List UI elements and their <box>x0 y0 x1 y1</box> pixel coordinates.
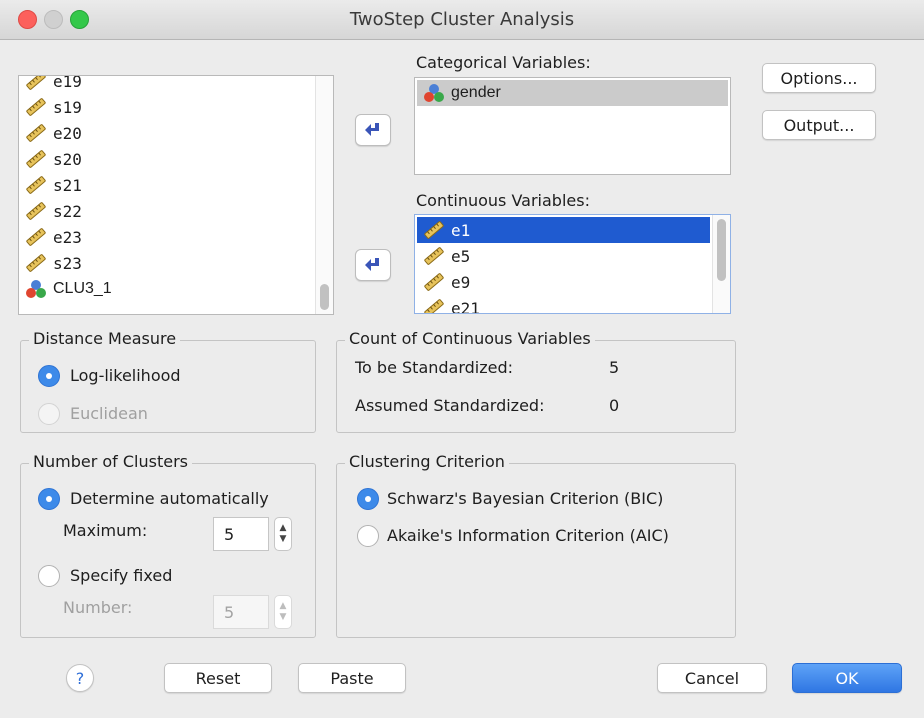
list-item[interactable]: s19 <box>19 94 315 120</box>
determine-automatically-radio[interactable] <box>38 488 60 510</box>
list-item-label: e20 <box>53 123 82 143</box>
categorical-variables-label: Categorical Variables: <box>416 53 591 72</box>
move-arrow-icon <box>365 123 379 136</box>
list-item[interactable]: s22 <box>19 198 315 224</box>
specify-fixed-radio[interactable] <box>38 565 60 587</box>
fixed-number-field[interactable]: 5 <box>213 595 269 629</box>
source-list-scrollbar[interactable] <box>315 76 333 314</box>
maximum-clusters-field[interactable]: 5 <box>213 517 269 551</box>
list-item-label: s19 <box>53 97 82 117</box>
list-item-label: s20 <box>53 149 82 169</box>
ruler-icon <box>424 273 444 291</box>
list-item-label: e21 <box>451 298 480 314</box>
list-item[interactable]: e9 <box>417 269 710 295</box>
distance-measure-group: Distance Measure Log-likelihood Euclidea… <box>20 329 316 433</box>
title-bar: TwoStep Cluster Analysis <box>0 0 924 40</box>
clustering-criterion-group: Clustering Criterion Schwarz's Bayesian … <box>336 452 736 638</box>
list-item[interactable]: e21 <box>417 295 710 314</box>
determine-automatically-label[interactable]: Determine automatically <box>70 489 269 508</box>
number-of-clusters-group: Number of Clusters Determine automatical… <box>20 452 316 638</box>
list-item[interactable]: e20 <box>19 120 315 146</box>
list-item[interactable]: e1 <box>417 217 710 243</box>
list-item[interactable]: s20 <box>19 146 315 172</box>
list-item[interactable]: e19 <box>19 75 315 94</box>
to-be-standardized-value: 5 <box>609 358 620 377</box>
list-item-label: s23 <box>53 253 82 273</box>
aic-radio[interactable] <box>357 525 379 547</box>
number-of-clusters-title: Number of Clusters <box>29 452 192 471</box>
assumed-standardized-value: 0 <box>609 396 620 415</box>
nominal-icon <box>424 84 444 102</box>
number-label: Number: <box>63 598 133 617</box>
continuous-variables-label: Continuous Variables: <box>416 191 590 210</box>
stepper-down-icon[interactable]: ▼ <box>280 612 287 623</box>
ruler-icon <box>26 254 46 272</box>
list-item[interactable]: CLU3_1 <box>19 276 315 302</box>
bic-radio[interactable] <box>357 488 379 510</box>
move-arrow-icon <box>365 258 379 271</box>
continuous-list-scroll-thumb[interactable] <box>717 219 726 281</box>
help-button[interactable]: ? <box>66 664 94 692</box>
clustering-criterion-title: Clustering Criterion <box>345 452 509 471</box>
output-button[interactable]: Output... <box>762 110 876 140</box>
ruler-icon <box>26 76 46 90</box>
stepper-down-icon[interactable]: ▼ <box>280 534 287 545</box>
list-item[interactable]: s21 <box>19 172 315 198</box>
euclidean-label[interactable]: Euclidean <box>70 404 148 423</box>
nominal-icon <box>26 280 46 298</box>
continuous-list-scrollbar[interactable] <box>712 215 730 313</box>
assumed-standardized-label: Assumed Standardized: <box>355 396 545 415</box>
list-item-label: e19 <box>53 75 82 91</box>
distance-measure-title: Distance Measure <box>29 329 181 348</box>
source-list-scroll-thumb[interactable] <box>320 284 329 310</box>
specify-fixed-label[interactable]: Specify fixed <box>70 566 172 585</box>
ok-button[interactable]: OK <box>792 663 902 693</box>
aic-label[interactable]: Akaike's Information Criterion (AIC) <box>387 526 669 545</box>
log-likelihood-radio[interactable] <box>38 365 60 387</box>
to-be-standardized-label: To be Standardized: <box>355 358 514 377</box>
dialog-window: TwoStep Cluster Analysis e19 s19 e20 s20 s21… <box>0 0 924 718</box>
list-item-label: s21 <box>53 175 82 195</box>
fixed-number-stepper[interactable]: ▲ ▼ <box>274 595 292 629</box>
move-to-categorical-button[interactable] <box>355 114 391 146</box>
source-variable-list[interactable]: e19 s19 e20 s20 s21 s22 e23 s23 CLU3_1 <box>18 75 334 315</box>
ruler-icon <box>424 299 444 313</box>
euclidean-radio[interactable] <box>38 403 60 425</box>
count-continuous-group: Count of Continuous Variables To be Stan… <box>336 329 736 433</box>
paste-button[interactable]: Paste <box>298 663 406 693</box>
ruler-icon <box>26 176 46 194</box>
maximum-label: Maximum: <box>63 521 148 540</box>
reset-button[interactable]: Reset <box>164 663 272 693</box>
stepper-up-icon[interactable]: ▲ <box>280 523 287 534</box>
ruler-icon <box>26 98 46 116</box>
cancel-button[interactable]: Cancel <box>657 663 767 693</box>
ruler-icon <box>26 124 46 142</box>
count-continuous-title: Count of Continuous Variables <box>345 329 595 348</box>
list-item[interactable]: e5 <box>417 243 710 269</box>
ruler-icon <box>424 221 444 239</box>
list-item[interactable]: s23 <box>19 250 315 276</box>
bic-label[interactable]: Schwarz's Bayesian Criterion (BIC) <box>387 489 663 508</box>
window-title: TwoStep Cluster Analysis <box>349 9 575 30</box>
list-item-label: CLU3_1 <box>53 280 112 297</box>
continuous-variables-list[interactable]: e1 e5 e9 e21 <box>414 214 731 314</box>
log-likelihood-label[interactable]: Log-likelihood <box>70 366 181 385</box>
list-item[interactable]: gender <box>417 80 728 106</box>
categorical-variables-list[interactable]: gender <box>414 77 731 175</box>
ruler-icon <box>424 247 444 265</box>
list-item-label: gender <box>451 84 501 101</box>
ruler-icon <box>26 150 46 168</box>
list-item-label: e9 <box>451 272 471 292</box>
ruler-icon <box>26 202 46 220</box>
list-item-label: e1 <box>451 220 471 240</box>
stepper-up-icon[interactable]: ▲ <box>280 601 287 612</box>
maximum-clusters-stepper[interactable]: ▲ ▼ <box>274 517 292 551</box>
list-item-label: s22 <box>53 201 82 221</box>
list-item-label: e23 <box>53 227 82 247</box>
ruler-icon <box>26 228 46 246</box>
list-item-label: e5 <box>451 246 471 266</box>
move-to-continuous-button[interactable] <box>355 249 391 281</box>
options-button[interactable]: Options... <box>762 63 876 93</box>
list-item[interactable]: e23 <box>19 224 315 250</box>
